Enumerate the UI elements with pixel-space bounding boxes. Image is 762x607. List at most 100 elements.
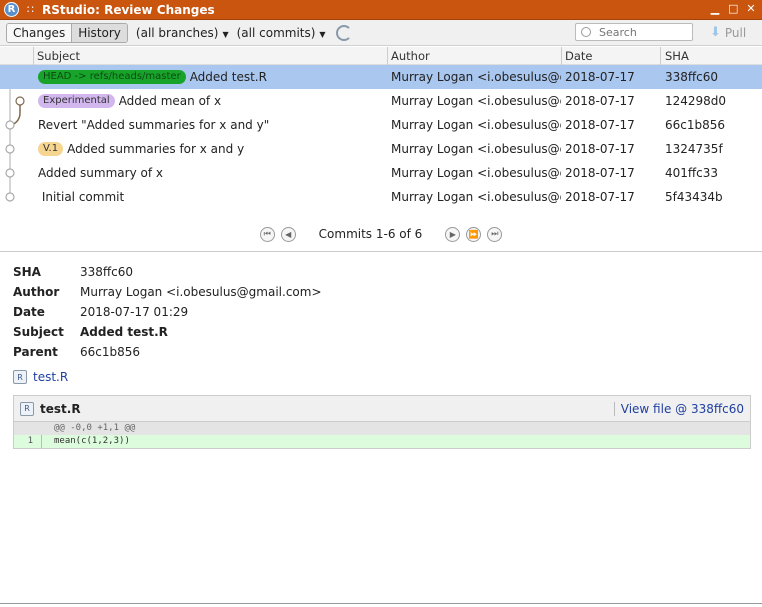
chevron-down-icon: ▼ <box>222 29 229 39</box>
commit-subject: Added summary of x <box>38 166 163 180</box>
diff-hunk-header: @@ -0,0 +1,1 @@ <box>14 422 750 435</box>
detail-label: Date <box>13 305 45 319</box>
commit-sha: 401ffc33 <box>665 166 719 180</box>
commit-author: Murray Logan <i.obesulus@gmail.com> <box>391 118 561 132</box>
next-pages-icon[interactable]: ⏩ <box>466 226 482 242</box>
commit-sha: 66c1b856 <box>665 118 726 132</box>
view-switch: Changes History <box>6 22 128 43</box>
commit-row[interactable]: Experimental Added mean of x Murray Logan… <box>0 89 762 113</box>
column-header-subject[interactable]: Subject <box>37 49 80 63</box>
search-input[interactable] <box>597 24 687 40</box>
commit-author: Murray Logan <i.obesulus@gmail.com> <box>391 70 561 84</box>
diff-added-line: 1 mean(c(1,2,3)) <box>14 435 750 448</box>
commit-subject: Added test.R <box>189 70 267 84</box>
changed-file-name: test.R <box>33 370 69 384</box>
detail-value: 338ffc60 <box>80 265 134 279</box>
history-button[interactable]: History <box>71 23 127 42</box>
view-file-link[interactable]: View file @ 338ffc60 <box>613 401 744 416</box>
next-page-icon[interactable]: ▶ <box>445 226 461 242</box>
changed-file-link[interactable]: R test.R <box>13 370 68 384</box>
detail-sha: SHA 338ffc60 <box>13 265 133 279</box>
commit-subject: Revert "Added summaries for x and y" <box>38 118 270 132</box>
detail-label: SHA <box>13 265 41 279</box>
detail-value: Murray Logan <i.obesulus@gmail.com> <box>80 285 322 299</box>
detail-value: Added test.R <box>80 325 168 339</box>
commit-date: 2018-07-17 <box>565 142 635 156</box>
commit-sha: 338ffc60 <box>665 70 719 84</box>
commit-table-header: Subject Author Date SHA <box>0 47 762 65</box>
commit-row[interactable]: Added summary of x Murray Logan <i.obesu… <box>0 161 762 185</box>
detail-label: Subject <box>13 325 64 339</box>
diff-file-name: test.R <box>40 401 81 416</box>
commit-date: 2018-07-17 <box>565 118 635 132</box>
branches-dropdown[interactable]: (all branches) ▼ <box>136 26 229 40</box>
commit-date: 2018-07-17 <box>565 166 635 180</box>
search-field[interactable] <box>575 23 693 41</box>
commit-author: Murray Logan <i.obesulus@gmail.com> <box>391 166 561 180</box>
maximize-icon[interactable]: □ <box>728 2 738 15</box>
detail-date: Date 2018-07-17 01:29 <box>13 305 188 319</box>
commit-author: Murray Logan <i.obesulus@gmail.com> <box>391 190 561 204</box>
commit-sha: 5f43434b <box>665 190 723 204</box>
r-file-icon: R <box>20 401 34 416</box>
branch-tag: HEAD -> refs/heads/master <box>38 70 186 84</box>
pager-label: Commits 1-6 of 6 <box>318 227 423 241</box>
search-icon <box>581 27 591 37</box>
branch-tag: Experimental <box>38 94 115 108</box>
diff-panel: R test.R View file @ 338ffc60 @@ -0,0 +1… <box>13 395 751 449</box>
commit-row[interactable]: HEAD -> refs/heads/master Added test.R Mu… <box>0 65 762 89</box>
detail-author: Author Murray Logan <i.obesulus@gmail.com… <box>13 285 322 299</box>
commits-label: (all commits) <box>236 25 316 40</box>
app-icon-letter: R <box>7 4 16 15</box>
last-page-icon[interactable]: ⏭ <box>487 226 503 242</box>
changes-button[interactable]: Changes <box>7 23 72 42</box>
chevron-down-icon: ▼ <box>319 29 326 39</box>
r-file-icon: R <box>13 370 27 384</box>
first-page-icon[interactable]: ⏮ <box>259 226 275 242</box>
rstudio-icon: R <box>4 2 19 17</box>
parent-link[interactable]: 66c1b856 <box>80 345 140 359</box>
commit-author: Murray Logan <i.obesulus@gmail.com> <box>391 142 561 156</box>
commit-sha: 1324735f <box>665 142 723 156</box>
commit-sha: 124298d0 <box>665 94 727 108</box>
pull-button[interactable]: ⬇ Pull <box>710 25 746 40</box>
diff-header: R test.R View file @ 338ffc60 <box>14 396 750 422</box>
detail-subject: Subject Added test.R <box>13 325 168 339</box>
window-controls: ▁ □ ✕ <box>710 2 756 15</box>
commit-row[interactable]: V.1 Added summaries for x and y Murray Lo… <box>0 137 762 161</box>
prev-page-icon[interactable]: ◀ <box>280 226 296 242</box>
close-icon[interactable]: ✕ <box>746 2 756 15</box>
commit-author: Murray Logan <i.obesulus@gmail.com> <box>391 94 561 108</box>
column-header-sha[interactable]: SHA <box>665 49 689 63</box>
line-number: 1 <box>14 435 42 448</box>
pane-divider[interactable] <box>0 251 762 252</box>
line-code: mean(c(1,2,3)) <box>54 436 130 446</box>
commit-date: 2018-07-17 <box>565 70 635 84</box>
commit-subject: Added mean of x <box>118 94 222 108</box>
commit-subject: Initial commit <box>38 190 125 204</box>
refresh-icon[interactable] <box>335 24 352 41</box>
window-bottom-edge <box>0 603 762 604</box>
toolbar: Changes History (all branches) ▼ (all com… <box>0 20 762 46</box>
detail-parent: Parent 66c1b856 <box>13 345 140 359</box>
pager: ⏮ ◀ Commits 1-6 of 6 ▶ ⏩ ⏭ <box>0 222 762 246</box>
commits-dropdown[interactable]: (all commits) ▼ <box>237 26 326 40</box>
column-header-date[interactable]: Date <box>565 49 593 63</box>
window-title: RStudio: Review Changes <box>42 2 215 17</box>
version-tag: V.1 <box>38 142 64 156</box>
commit-date: 2018-07-17 <box>565 94 635 108</box>
detail-value: 2018-07-17 01:29 <box>80 305 189 319</box>
commit-subject: Added summaries for x and y <box>67 142 245 156</box>
detail-label: Author <box>13 285 60 299</box>
commit-row[interactable]: Revert "Added summaries for x and y" Mur… <box>0 113 762 137</box>
branches-label: (all branches) <box>135 25 219 40</box>
commit-row[interactable]: Initial commit Murray Logan <i.obesulus@… <box>0 185 762 209</box>
pull-arrow-icon: ⬇ <box>710 25 721 40</box>
window-menu-icon[interactable]: ∷ <box>27 3 34 16</box>
pull-label: Pull <box>724 25 747 40</box>
column-header-author[interactable]: Author <box>391 49 430 63</box>
detail-label: Parent <box>13 345 58 359</box>
title-bar: R ∷ RStudio: Review Changes ▁ □ ✕ <box>0 0 762 20</box>
commit-date: 2018-07-17 <box>565 190 635 204</box>
minimize-icon[interactable]: ▁ <box>710 2 720 15</box>
